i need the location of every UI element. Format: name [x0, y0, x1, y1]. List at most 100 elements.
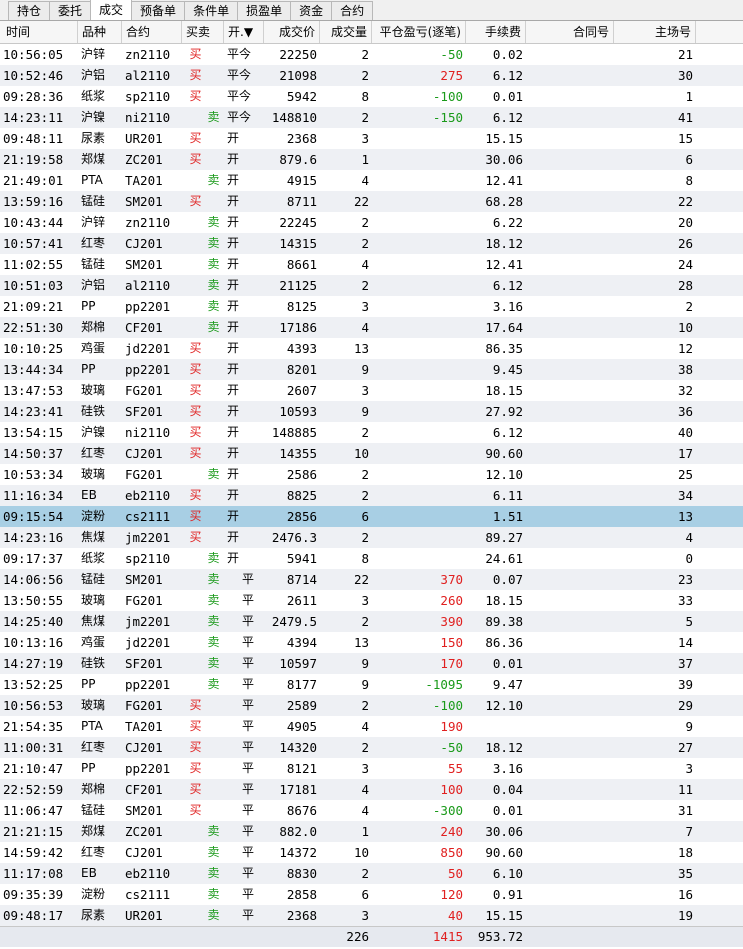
table-row[interactable]: 09:48:17 尿素 UR201 卖 平 2368 3 40 15.15 19 [0, 905, 743, 926]
table-row[interactable]: 14:23:16 焦煤 jm2201 买 开 2476.3 2 89.27 4 [0, 527, 743, 548]
table-row[interactable]: 14:23:11 沪镍 ni2110 卖平今 148810 2 -150 6.12 41 [0, 107, 743, 128]
cell-qty: 8 [361, 89, 369, 104]
table-row[interactable]: 22:51:30 郑棉 CF201 卖开 17186 4 17.64 10 [0, 317, 743, 338]
cell-fee: 15.15 [485, 131, 523, 146]
table-row[interactable]: 09:28:36 纸浆 sp2110 买 平今 5942 8 -100 0.01 1 [0, 86, 743, 107]
table-row[interactable]: 14:25:40 焦煤 jm2201 卖 平 2479.5 2 390 89.38 5 [0, 611, 743, 632]
cell-price: 8125 [286, 299, 317, 314]
table-row[interactable]: 09:15:54 淀粉 cs2111 买 开 2856 6 1.51 13 [0, 506, 743, 527]
cell-qty: 2 [361, 866, 369, 881]
table-row[interactable]: 13:44:34 PP pp2201 买 开 8201 9 9.45 38 [0, 359, 743, 380]
column-header-fee[interactable]: 手续费 [466, 21, 526, 43]
cell-price: 2479.5 [271, 614, 317, 629]
cell-open-close: 开 [227, 320, 240, 334]
table-row[interactable]: 14:06:56 锰硅 SM201 卖 平 8714 22 370 0.07 23 [0, 569, 743, 590]
cell-qty: 22 [353, 194, 369, 209]
table-row[interactable]: 14:50:37 红枣 CJ201 买 开 14355 10 90.60 17 [0, 443, 743, 464]
table-row[interactable]: 10:52:46 沪铝 al2110 买 平今 21098 2 275 6.12 30 [0, 65, 743, 86]
column-header-close-pl[interactable]: 平仓盈亏(逐笔) [372, 21, 466, 43]
cell-time: 14:23:11 [3, 110, 64, 125]
table-row[interactable]: 14:27:19 硅铁 SF201 卖 平 10597 9 170 0.01 37 [0, 653, 743, 674]
cell-variety: 硅铁 [81, 404, 106, 418]
table-row[interactable]: 11:02:55 锰硅 SM201 卖开 8661 4 12.41 24 [0, 254, 743, 275]
table-row[interactable]: 11:06:47 锰硅 SM201 买 平 8676 4 -300 0.01 31 [0, 800, 743, 821]
table-row[interactable]: 21:49:01 PTA TA201 卖开 4915 4 12.41 8 [0, 170, 743, 191]
table-row[interactable]: 21:10:47 PP pp2201 买 平 8121 3 55 3.16 3 [0, 758, 743, 779]
cell-variety: 沪铝 [81, 278, 106, 292]
table-row[interactable]: 09:48:11 尿素 UR201 买 开 2368 3 15.15 15 [0, 128, 743, 149]
column-header-contract[interactable]: 合约 [122, 21, 182, 43]
table-row[interactable]: 10:43:44 沪锌 zn2110 卖开 22245 2 6.22 20 [0, 212, 743, 233]
cell-variety: 尿素 [81, 908, 106, 922]
cell-price: 8121 [286, 761, 317, 776]
tab-trades[interactable]: 成交 [90, 0, 133, 20]
cell-open-close: 平 [242, 866, 255, 880]
cell-variety: 淀粉 [81, 509, 106, 523]
table-row[interactable]: 13:52:25 PP pp2201 卖 平 8177 9 -1095 9.47 39 [0, 674, 743, 695]
tab-funds[interactable]: 资金 [290, 1, 333, 20]
cell-seq: 16 [677, 887, 693, 902]
cell-price: 5941 [286, 551, 317, 566]
table-row[interactable]: 14:23:41 硅铁 SF201 买 开 10593 9 27.92 36 [0, 401, 743, 422]
side-label: 买 [189, 782, 202, 796]
table-row[interactable]: 10:13:16 鸡蛋 jd2201 卖 平 4394 13 150 86.36 14 [0, 632, 743, 653]
column-header-variety[interactable]: 品种 [78, 21, 122, 43]
column-header-contract-no[interactable]: 合同号 [526, 21, 614, 43]
table-row[interactable]: 21:19:58 郑煤 ZC201 买 开 879.6 1 30.06 6 [0, 149, 743, 170]
table-row[interactable]: 14:59:42 红枣 CJ201 卖 平 14372 10 850 90.60 18 [0, 842, 743, 863]
table-row[interactable]: 13:54:15 沪镍 ni2110 买 开 148885 2 6.12 40 [0, 422, 743, 443]
side-label: 买 [189, 761, 202, 775]
cell-close-pl [372, 128, 466, 149]
cell-close-pl: 50 [447, 866, 463, 881]
table-row[interactable]: 13:50:55 玻璃 FG201 卖 平 2611 3 260 18.15 33 [0, 590, 743, 611]
tab-conditional[interactable]: 条件单 [184, 1, 239, 20]
cell-time: 10:13:16 [3, 635, 64, 650]
tab-positions[interactable]: 持仓 [8, 1, 51, 20]
table-row[interactable]: 21:09:21 PP pp2201 卖开 8125 3 3.16 2 [0, 296, 743, 317]
table-row[interactable]: 10:10:25 鸡蛋 jd2201 买 开 4393 13 86.35 12 [0, 338, 743, 359]
table-row[interactable]: 11:00:31 红枣 CJ201 买 平 14320 2 -50 18.12 27 [0, 737, 743, 758]
column-header-side[interactable]: 买卖 [182, 21, 224, 43]
cell-variety: PTA [81, 173, 103, 187]
column-header-qty[interactable]: 成交量 [320, 21, 372, 43]
table-row[interactable]: 22:52:59 郑棉 CF201 买 平 17181 4 100 0.04 11 [0, 779, 743, 800]
tab-contracts[interactable]: 合约 [331, 1, 374, 20]
tab-orders[interactable]: 委托 [49, 1, 92, 20]
table-row[interactable]: 10:56:53 玻璃 FG201 买 平 2589 2 -100 12.10 29 [0, 695, 743, 716]
table-row[interactable]: 09:17:37 纸浆 sp2110 卖开 5941 8 24.61 0 [0, 548, 743, 569]
cell-close-pl: 100 [440, 782, 463, 797]
column-header-time[interactable]: 时间 [0, 21, 78, 43]
cell-variety: PTA [81, 719, 103, 733]
table-row[interactable]: 10:56:05 沪锌 zn2110 买 平今 22250 2 -50 0.02 21 [0, 44, 743, 65]
cell-fee: 6.10 [492, 866, 523, 881]
column-header-price[interactable]: 成交价 [264, 21, 320, 43]
cell-contract: CF201 [125, 320, 163, 335]
tab-prepared[interactable]: 预备单 [131, 1, 186, 20]
table-row[interactable]: 10:57:41 红枣 CJ201 卖开 14315 2 18.12 26 [0, 233, 743, 254]
cell-time: 21:49:01 [3, 173, 64, 188]
cell-variety: 红枣 [81, 236, 106, 250]
table-row[interactable]: 13:59:16 锰硅 SM201 买 开 8711 22 68.28 22 [0, 191, 743, 212]
table-row[interactable]: 11:17:08 EB eb2110 卖 平 8830 2 50 6.10 35 [0, 863, 743, 884]
cell-seq: 17 [677, 446, 693, 461]
table-row[interactable]: 21:54:35 PTA TA201 买 平 4905 4 190 9 [0, 716, 743, 737]
cell-seq: 5 [685, 614, 693, 629]
cell-time: 11:06:47 [3, 803, 64, 818]
side-label: 卖 [207, 887, 220, 901]
column-header-open-close[interactable]: 开.▼ [224, 21, 264, 43]
tab-stop-loss[interactable]: 损盈单 [237, 1, 292, 20]
cell-price: 8676 [286, 803, 317, 818]
cell-contract-no [526, 191, 614, 212]
cell-seq: 39 [677, 677, 693, 692]
cell-side: 卖 [182, 275, 224, 296]
cell-contract-no [526, 800, 614, 821]
cell-price: 21125 [279, 278, 317, 293]
table-row[interactable]: 09:35:39 淀粉 cs2111 卖 平 2858 6 120 0.91 16 [0, 884, 743, 905]
cell-seq: 20 [677, 215, 693, 230]
table-row[interactable]: 10:51:03 沪铝 al2110 卖开 21125 2 6.12 28 [0, 275, 743, 296]
table-row[interactable]: 21:21:15 郑煤 ZC201 卖 平 882.0 1 240 30.06 7 [0, 821, 743, 842]
column-header-seq[interactable]: 主场号 [614, 21, 696, 43]
table-row[interactable]: 11:16:34 EB eb2110 买 开 8825 2 6.11 34 [0, 485, 743, 506]
table-row[interactable]: 10:53:34 玻璃 FG201 卖开 2586 2 12.10 25 [0, 464, 743, 485]
table-row[interactable]: 13:47:53 玻璃 FG201 买 开 2607 3 18.15 32 [0, 380, 743, 401]
